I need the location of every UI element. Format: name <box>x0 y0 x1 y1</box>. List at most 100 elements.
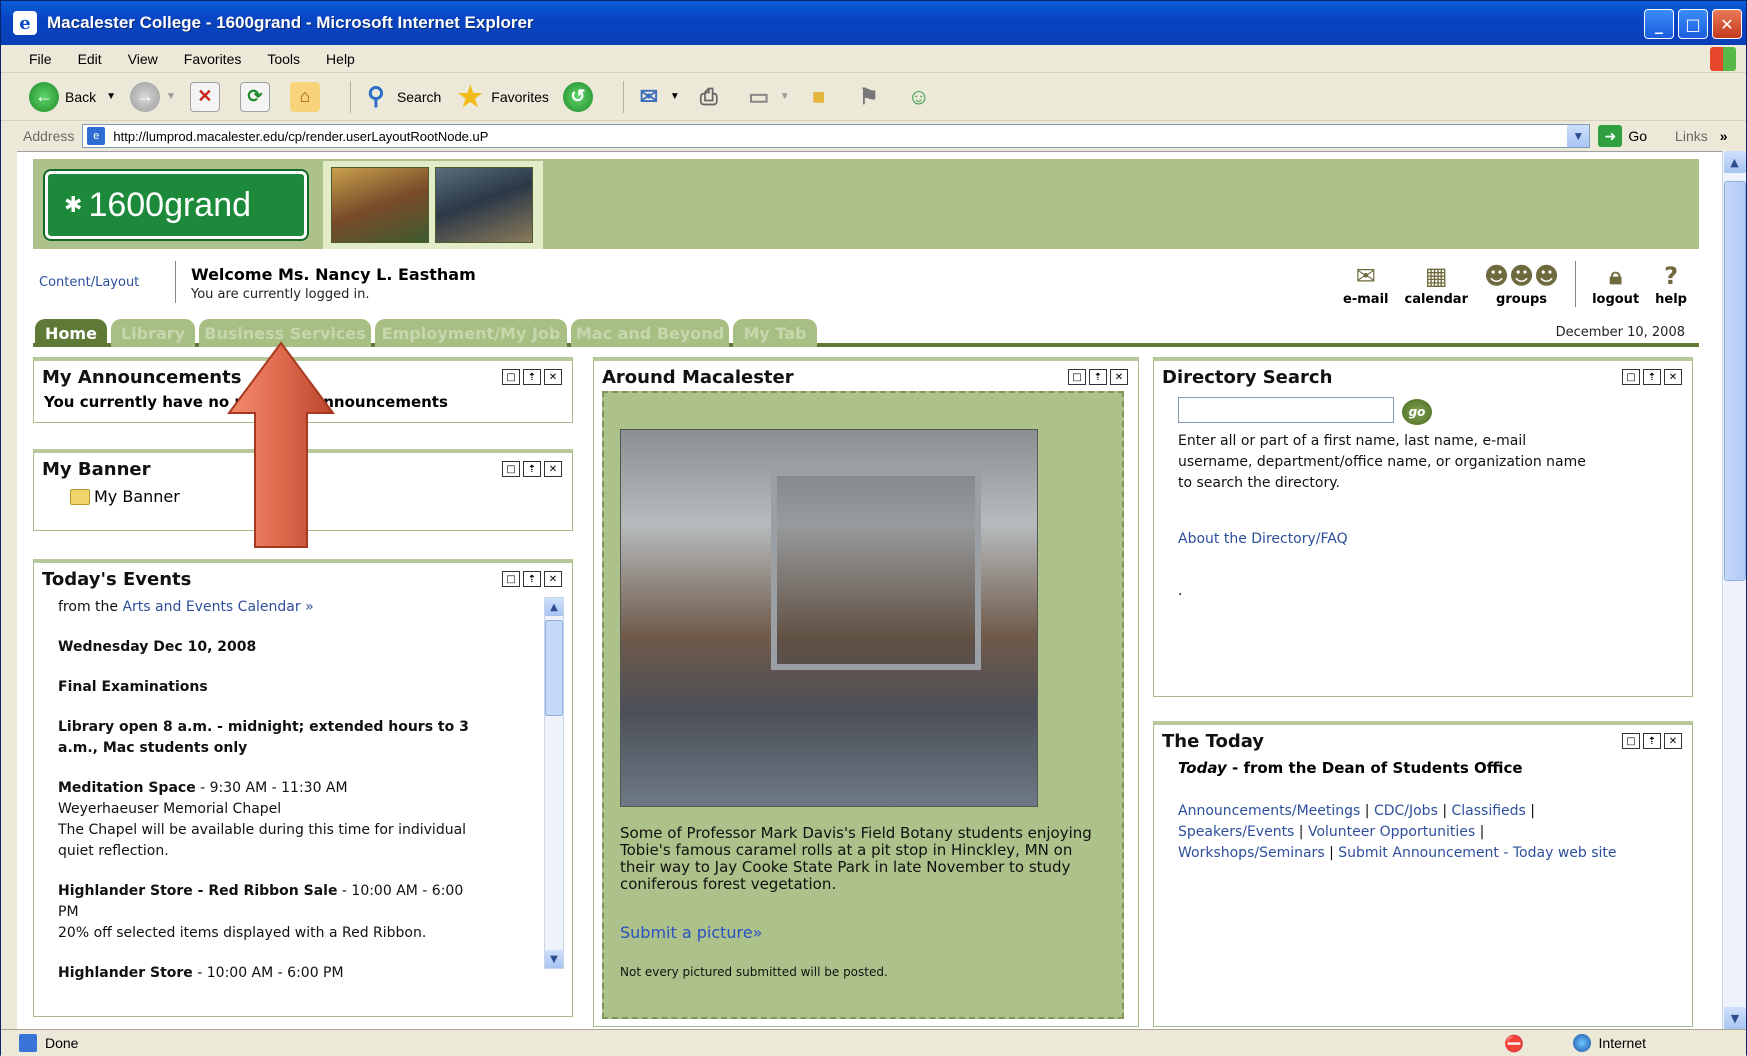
minimize-channel-icon[interactable]: ⇡ <box>1089 369 1107 385</box>
scroll-thumb[interactable] <box>1724 181 1746 581</box>
detach-icon[interactable]: □ <box>502 571 520 587</box>
search-button[interactable]: ⚲ Search <box>361 82 441 112</box>
minimize-channel-icon[interactable]: ⇡ <box>523 461 541 477</box>
scroll-up-icon[interactable]: ▲ <box>1723 151 1746 173</box>
menu-view[interactable]: View <box>128 51 158 67</box>
arts-calendar-link[interactable]: Arts and Events Calendar » <box>122 599 313 615</box>
scroll-down-icon[interactable]: ▼ <box>1724 1007 1746 1029</box>
print-button[interactable]: ⎙ <box>694 82 730 112</box>
detach-icon[interactable]: □ <box>502 369 520 385</box>
messenger-icon: ☺ <box>907 83 930 109</box>
remove-channel-icon[interactable]: ✕ <box>1110 369 1128 385</box>
edit-icon: ▭ <box>748 83 770 109</box>
address-dropdown[interactable]: ▼ <box>1567 125 1590 147</box>
globe-icon <box>1572 1034 1591 1052</box>
links-button[interactable]: Links <box>1675 128 1708 144</box>
red-arrow-annotation <box>227 341 335 548</box>
window-title: Macalester College - 1600grand - Microso… <box>47 13 534 32</box>
logo-text: 1600grand <box>88 185 252 224</box>
refresh-icon: ⟳ <box>239 81 270 112</box>
remove-channel-icon[interactable]: ✕ <box>1664 369 1682 385</box>
today-link-submit[interactable]: Submit Announcement - Today web site <box>1338 845 1616 861</box>
detach-icon[interactable]: □ <box>502 461 520 477</box>
today-link-volunteer[interactable]: Volunteer Opportunities <box>1308 824 1475 840</box>
students-photo <box>435 167 533 243</box>
calendar-tool[interactable]: ▦ calendar <box>1405 262 1469 307</box>
today-link-speakers[interactable]: Speakers/Events <box>1178 824 1294 840</box>
go-button[interactable]: ➜ Go <box>1598 125 1647 147</box>
minimize-button[interactable]: _ <box>1644 9 1674 39</box>
stop-button[interactable]: ✕ <box>189 81 226 112</box>
detach-icon[interactable]: □ <box>1068 369 1086 385</box>
scroll-up-icon[interactable]: ▲ <box>545 598 563 616</box>
directory-faq-link[interactable]: About the Directory/FAQ <box>1178 531 1348 547</box>
remove-channel-icon[interactable]: ✕ <box>544 369 562 385</box>
discuss-button[interactable]: ■ <box>804 82 840 112</box>
current-date: December 10, 2008 <box>1555 325 1685 340</box>
maximize-button[interactable]: □ <box>1678 9 1708 39</box>
page-scrollbar[interactable]: ▲ ▼ <box>1722 151 1746 1029</box>
minimize-channel-icon[interactable]: ⇡ <box>1643 733 1661 749</box>
menu-favorites[interactable]: Favorites <box>184 51 242 67</box>
forward-button[interactable]: → ▼ <box>130 81 176 112</box>
tab-mac-and-beyond[interactable]: Mac and Beyond <box>571 319 729 347</box>
submit-picture-link[interactable]: Submit a picture» <box>620 923 762 942</box>
tab-employment[interactable]: Employment/My Job <box>375 319 567 347</box>
events-scrollbar[interactable]: ▲ ▼ <box>544 597 564 969</box>
today-subtitle: Today - from the Dean of Students Office <box>1178 759 1523 777</box>
home-button[interactable]: ⌂ <box>289 81 326 112</box>
directory-channel: Directory Search □ ⇡ ✕ go Enter all or p… <box>1153 357 1693 697</box>
minimize-channel-icon[interactable]: ⇡ <box>1643 369 1661 385</box>
scroll-thumb[interactable] <box>545 620 563 716</box>
close-button[interactable]: ✕ <box>1712 9 1742 39</box>
edit-button[interactable]: ▭ ▼ <box>744 82 789 112</box>
mail-icon: ✉ <box>639 83 659 109</box>
refresh-button[interactable]: ⟳ <box>239 81 276 112</box>
help-tool[interactable]: ? help <box>1655 262 1687 307</box>
scroll-down-icon[interactable]: ▼ <box>545 950 563 968</box>
directory-search-input[interactable] <box>1178 397 1394 423</box>
address-input[interactable]: e http://lumprod.macalester.edu/cp/rende… <box>82 124 1591 148</box>
research-button[interactable]: ⚑ <box>854 82 890 112</box>
1600grand-logo[interactable]: ✱ 1600grand <box>45 171 307 239</box>
logout-tool[interactable]: 🔒︎ logout <box>1592 262 1639 307</box>
mail-button[interactable]: ✉ ▼ <box>634 82 680 112</box>
favorites-button[interactable]: ★ Favorites <box>455 81 549 112</box>
envelope-icon: ✉ <box>1355 262 1376 290</box>
portal-header: ✱ 1600grand <box>33 159 1699 249</box>
welcome-row: Content/Layout Welcome Ms. Nancy L. East… <box>33 255 1699 317</box>
back-button[interactable]: ← Back ▼ <box>29 81 116 112</box>
banner-title: My Banner <box>42 459 151 480</box>
status-text: Done <box>45 1035 79 1051</box>
today-link-cdc-jobs[interactable]: CDC/Jobs <box>1374 803 1438 819</box>
directory-go-button[interactable]: go <box>1402 399 1432 425</box>
address-url: http://lumprod.macalester.edu/cp/render.… <box>113 128 489 144</box>
menu-edit[interactable]: Edit <box>78 51 102 67</box>
detach-icon[interactable]: □ <box>1622 733 1640 749</box>
content-layout-link[interactable]: Content/Layout <box>39 275 139 290</box>
remove-channel-icon[interactable]: ✕ <box>544 571 562 587</box>
minimize-channel-icon[interactable]: ⇡ <box>523 369 541 385</box>
menu-help[interactable]: Help <box>326 51 355 67</box>
tab-home[interactable]: Home <box>35 319 107 347</box>
history-button[interactable]: ↺ <box>562 81 599 112</box>
menu-tools[interactable]: Tools <box>267 51 300 67</box>
today-link-workshops[interactable]: Workshops/Seminars <box>1178 845 1325 861</box>
events-list: from the Arts and Events Calendar » Wedn… <box>58 597 480 984</box>
tab-library[interactable]: Library <box>111 319 195 347</box>
banner-link[interactable]: My Banner <box>70 487 180 506</box>
event-heading: Highlander Store <box>58 965 193 981</box>
today-link-announcements[interactable]: Announcements/Meetings <box>1178 803 1360 819</box>
tab-my-tab[interactable]: My Tab <box>733 319 817 347</box>
remove-channel-icon[interactable]: ✕ <box>544 461 562 477</box>
groups-tool[interactable]: ☻☻☻ groups <box>1484 262 1559 307</box>
email-tool[interactable]: ✉ e-mail <box>1343 262 1388 307</box>
around-title: Around Macalester <box>602 367 794 388</box>
remove-channel-icon[interactable]: ✕ <box>1664 733 1682 749</box>
home-icon: ⌂ <box>289 81 320 112</box>
today-link-classifieds[interactable]: Classifieds <box>1452 803 1526 819</box>
detach-icon[interactable]: □ <box>1622 369 1640 385</box>
minimize-channel-icon[interactable]: ⇡ <box>523 571 541 587</box>
menu-file[interactable]: File <box>29 51 52 67</box>
messenger-button[interactable]: ☺ <box>904 82 940 112</box>
